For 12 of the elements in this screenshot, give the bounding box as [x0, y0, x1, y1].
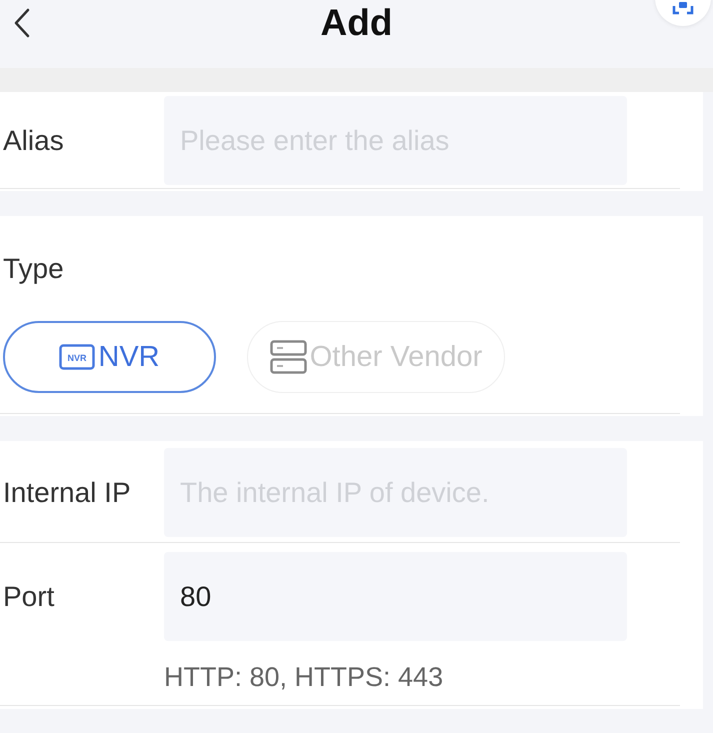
field-label: Type	[3, 252, 64, 286]
chevron-left-icon	[14, 8, 30, 38]
scan-icon	[672, 2, 694, 16]
field-label: Alias	[3, 124, 65, 158]
server-icon	[270, 340, 307, 374]
input-field[interactable]: 80	[164, 552, 627, 641]
type-option-button[interactable]: NVR NVR	[3, 321, 216, 393]
field-label: Port	[3, 580, 56, 614]
page-title: Add	[320, 1, 392, 45]
field-label: Internal IP	[3, 476, 132, 510]
nvr-icon: NVR	[59, 344, 96, 370]
hint-text: HTTP: 80, HTTPS: 443	[164, 663, 444, 691]
